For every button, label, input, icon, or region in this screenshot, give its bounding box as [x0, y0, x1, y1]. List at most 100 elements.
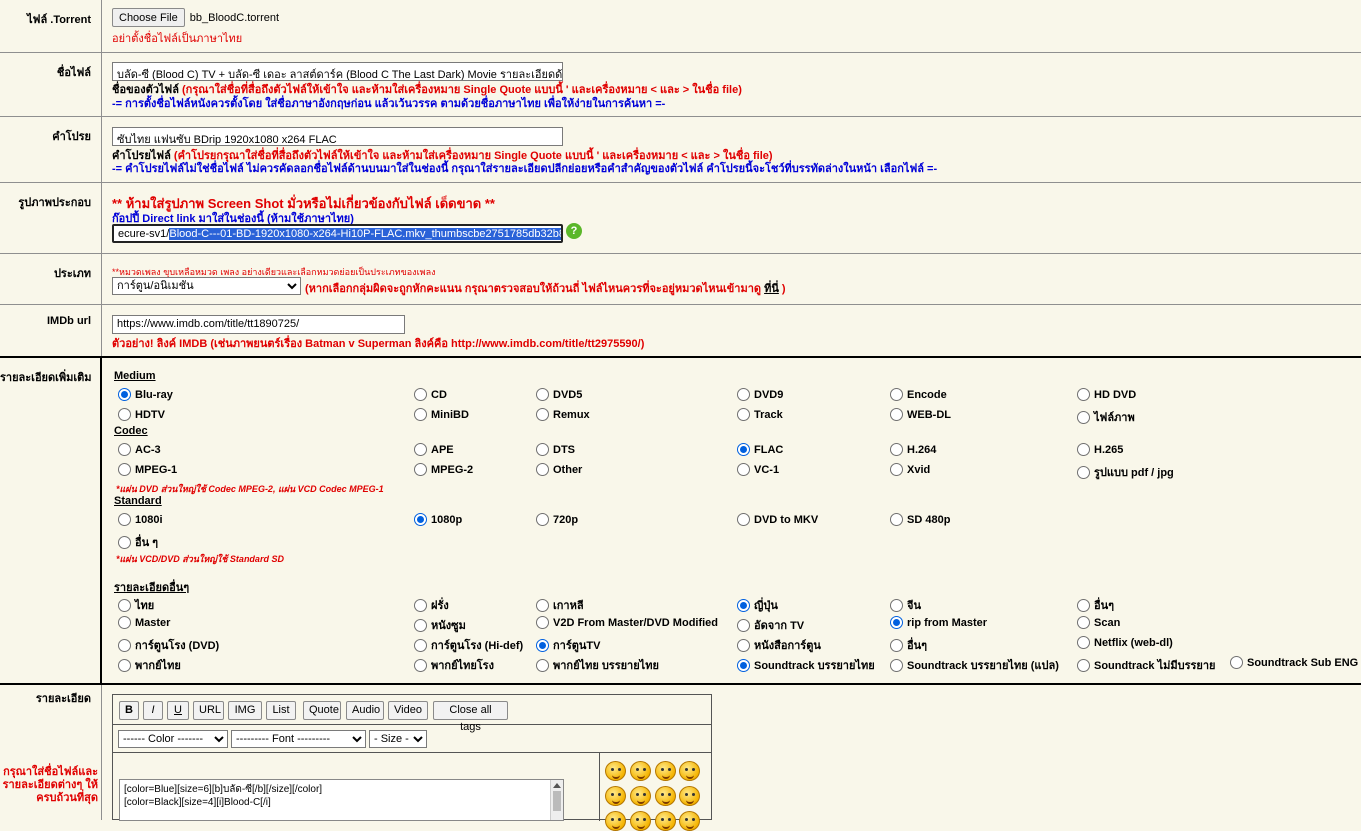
medium-option[interactable]: HDTV	[118, 408, 165, 421]
smiley-icon[interactable]	[655, 786, 676, 806]
other-option[interactable]: rip from Master	[890, 616, 987, 629]
other-option[interactable]: พากย์ไทย บรรยายไทย	[536, 656, 659, 674]
other-option[interactable]: อัดจาก TV	[737, 616, 804, 634]
codec-option[interactable]: H.265	[1077, 443, 1123, 456]
description-input[interactable]: ซับไทย แฟนซับ BDrip 1920x1080 x264 FLAC	[112, 127, 563, 146]
medium-radio[interactable]	[414, 388, 427, 401]
choose-file-button[interactable]: Choose File	[112, 8, 185, 27]
medium-radio[interactable]	[737, 388, 750, 401]
standard-radio[interactable]	[536, 513, 549, 526]
medium-radio[interactable]	[1077, 410, 1090, 424]
other-option[interactable]: หนังซูม	[414, 616, 466, 634]
standard-option[interactable]: 720p	[536, 513, 578, 526]
other-radio[interactable]	[737, 598, 750, 612]
toolbar-button-i[interactable]: I	[143, 701, 163, 720]
smiley-icon[interactable]	[605, 786, 626, 806]
codec-option[interactable]: DTS	[536, 443, 575, 456]
other-radio[interactable]	[536, 616, 549, 629]
other-radio[interactable]	[1077, 658, 1090, 672]
standard-radio[interactable]	[414, 513, 427, 526]
other-radio[interactable]	[536, 598, 549, 612]
standard-option[interactable]: 1080p	[414, 513, 462, 526]
standard-radio[interactable]	[118, 535, 131, 549]
smiley-icon[interactable]	[679, 761, 700, 781]
codec-radio[interactable]	[118, 443, 131, 456]
codec-radio[interactable]	[536, 463, 549, 476]
other-radio[interactable]	[536, 638, 549, 652]
other-radio[interactable]	[414, 638, 427, 652]
medium-option[interactable]: WEB-DL	[890, 408, 951, 421]
medium-option[interactable]: Remux	[536, 408, 590, 421]
codec-option[interactable]: H.264	[890, 443, 936, 456]
codec-option[interactable]: รูปแบบ pdf / jpg	[1077, 463, 1174, 481]
other-radio[interactable]	[737, 638, 750, 652]
codec-radio[interactable]	[1077, 443, 1090, 456]
medium-option[interactable]: Encode	[890, 388, 947, 401]
medium-radio[interactable]	[536, 408, 549, 421]
toolbar-button-b[interactable]: B	[119, 701, 139, 720]
scroll-thumb[interactable]	[553, 791, 561, 811]
editor-scrollbar[interactable]	[550, 780, 563, 820]
other-radio[interactable]	[414, 618, 427, 632]
codec-option[interactable]: FLAC	[737, 443, 783, 456]
smiley-icon[interactable]	[605, 761, 626, 781]
other-option[interactable]: อื่นๆ	[1077, 596, 1114, 614]
image-url-input[interactable]: ecure-sv1/Blood-C---01-BD-1920x1080-x264…	[112, 224, 563, 243]
codec-option[interactable]: Other	[536, 463, 582, 476]
other-radio[interactable]	[737, 618, 750, 632]
other-option[interactable]: จีน	[890, 596, 921, 614]
standard-radio[interactable]	[890, 513, 903, 526]
codec-radio[interactable]	[414, 443, 427, 456]
other-option[interactable]: Soundtrack ไม่มีบรรยาย	[1077, 656, 1215, 674]
other-radio[interactable]	[414, 598, 427, 612]
standard-option[interactable]: อื่น ๆ	[118, 533, 158, 551]
codec-radio[interactable]	[737, 463, 750, 476]
other-option[interactable]: Soundtrack บรรยายไทย (แปล)	[890, 656, 1059, 674]
other-radio[interactable]	[118, 616, 131, 629]
codec-option[interactable]: MPEG-1	[118, 463, 177, 476]
other-radio[interactable]	[890, 616, 903, 629]
toolbar-button-quote[interactable]: Quote	[303, 701, 341, 720]
medium-option[interactable]: ไฟล์ภาพ	[1077, 408, 1135, 426]
medium-option[interactable]: HD DVD	[1077, 388, 1136, 401]
other-radio[interactable]	[890, 638, 903, 652]
toolbar-button-audio[interactable]: Audio	[346, 701, 384, 720]
color-select[interactable]: ------ Color -------	[118, 730, 228, 748]
medium-radio[interactable]	[536, 388, 549, 401]
codec-radio[interactable]	[890, 443, 903, 456]
medium-radio[interactable]	[414, 408, 427, 421]
codec-radio[interactable]	[414, 463, 427, 476]
scroll-up-arrow-icon[interactable]	[553, 783, 561, 788]
other-radio[interactable]	[1230, 656, 1243, 669]
standard-option[interactable]: 1080i	[118, 513, 163, 526]
imdb-input[interactable]: https://www.imdb.com/title/tt1890725/	[112, 315, 405, 334]
other-option[interactable]: การ์ตูนโรง (Hi-def)	[414, 636, 523, 654]
medium-radio[interactable]	[1077, 388, 1090, 401]
other-option[interactable]: พากย์ไทย	[118, 656, 181, 674]
smiley-icon[interactable]	[679, 786, 700, 806]
other-option[interactable]: อื่นๆ	[890, 636, 927, 654]
other-option[interactable]: Scan	[1077, 616, 1120, 629]
smiley-icon[interactable]	[630, 811, 651, 831]
other-option[interactable]: Soundtrack Sub ENG	[1230, 656, 1358, 669]
standard-option[interactable]: SD 480p	[890, 513, 950, 526]
other-option[interactable]: Soundtrack บรรยายไทย	[737, 656, 875, 674]
category-select[interactable]: การ์ตูน/อนิเมชั่น	[112, 277, 301, 295]
medium-radio[interactable]	[118, 408, 131, 421]
smiley-icon[interactable]	[679, 811, 700, 831]
medium-option[interactable]: MiniBD	[414, 408, 469, 421]
toolbar-button-close-all-tags[interactable]: Close all tags	[433, 701, 508, 733]
smiley-icon[interactable]	[655, 761, 676, 781]
font-select[interactable]: --------- Font ---------	[231, 730, 366, 748]
codec-option[interactable]: AC-3	[118, 443, 161, 456]
other-radio[interactable]	[414, 658, 427, 672]
toolbar-button-u[interactable]: U	[167, 701, 189, 720]
codec-radio[interactable]	[536, 443, 549, 456]
codec-option[interactable]: APE	[414, 443, 454, 456]
codec-option[interactable]: Xvid	[890, 463, 930, 476]
other-radio[interactable]	[118, 658, 131, 672]
other-option[interactable]: พากย์ไทยโรง	[414, 656, 494, 674]
medium-option[interactable]: CD	[414, 388, 447, 401]
other-option[interactable]: ไทย	[118, 596, 154, 614]
standard-option[interactable]: DVD to MKV	[737, 513, 818, 526]
